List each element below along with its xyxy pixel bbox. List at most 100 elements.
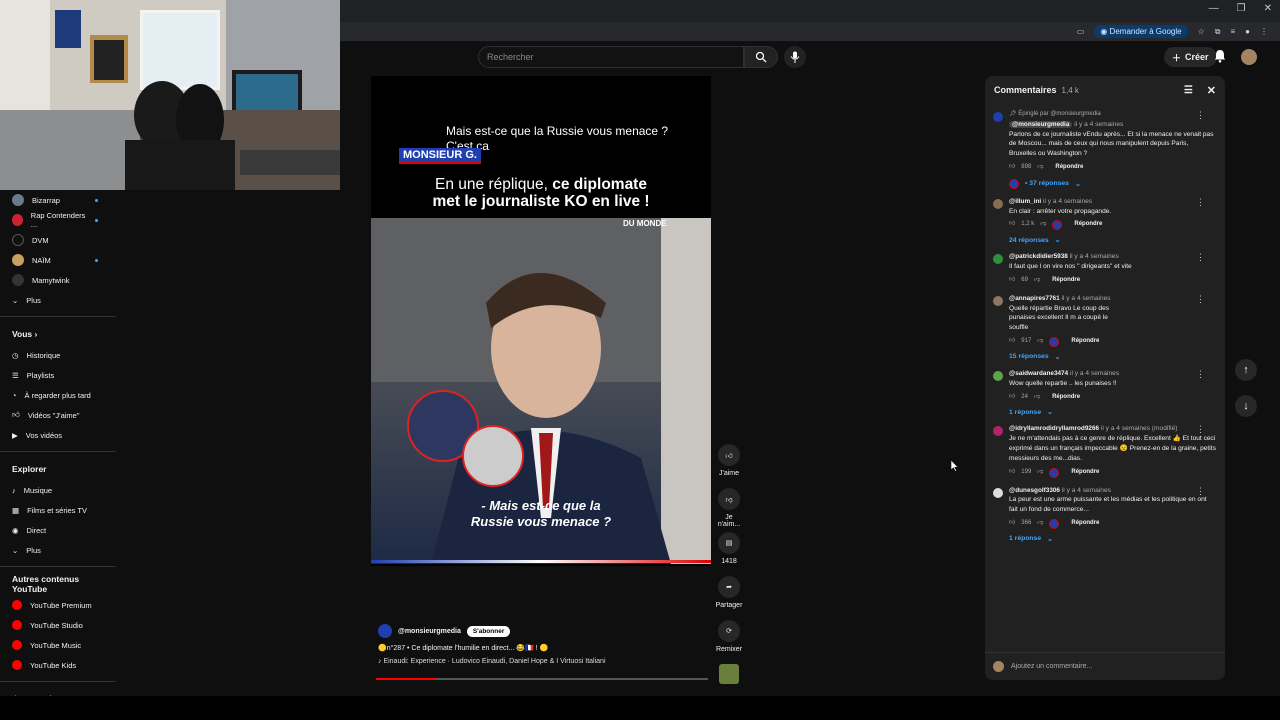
channel-name[interactable]: @monsieurgmedia xyxy=(398,628,461,635)
sidebar-subscription-mamytwink[interactable]: Mamytwink xyxy=(0,270,116,290)
dislike-comment-icon[interactable]: 👎︎ xyxy=(1034,393,1040,403)
sidebar-subscription-rap-contenders[interactable]: Rap Contenders ... xyxy=(0,210,116,230)
like-comment-icon[interactable]: 👍︎ xyxy=(1009,220,1015,230)
sidebar-item-youtube-premium[interactable]: YouTube Premium xyxy=(0,595,116,615)
comments-button[interactable]: ▤ xyxy=(718,532,740,554)
comment-menu-icon[interactable]: ⋮ xyxy=(1196,486,1205,497)
like-comment-icon[interactable]: 👍︎ xyxy=(1009,337,1015,347)
like-comment-icon[interactable]: 👍︎ xyxy=(1009,393,1015,403)
sound-thumbnail[interactable] xyxy=(719,664,739,684)
dislike-action[interactable]: 👎︎ Je n'aim... xyxy=(714,488,744,532)
profile-icon[interactable]: ● xyxy=(1245,27,1250,36)
dislike-comment-icon[interactable]: 👎︎ xyxy=(1040,220,1046,230)
dislike-comment-icon[interactable]: 👎︎ xyxy=(1037,468,1043,478)
like-comment-icon[interactable]: 👍︎ xyxy=(1009,468,1015,478)
ask-google-button[interactable]: ◉ Demander à Google xyxy=(1094,25,1188,38)
comments-action[interactable]: ▤ 1418 xyxy=(714,532,744,576)
comment-avatar[interactable] xyxy=(993,487,1003,498)
comment-avatar[interactable] xyxy=(993,112,1003,122)
comment-time[interactable]: il y a 4 semaines xyxy=(1070,370,1119,377)
sidebar-subscription-bizarrap[interactable]: Bizarrap xyxy=(0,190,116,210)
show-replies-button[interactable]: • 37 réponses ⌄ xyxy=(1009,178,1217,189)
comment-author[interactable]: @monsieurgmedia xyxy=(1009,120,1073,128)
bookmark-star-icon[interactable]: ☆ xyxy=(1198,27,1205,36)
like-button[interactable]: 👍︎ xyxy=(718,444,740,466)
reply-button[interactable]: Répondre xyxy=(1052,276,1080,286)
dislike-button[interactable]: 👎︎ xyxy=(718,488,740,510)
remix-button[interactable]: ⟳ xyxy=(718,620,740,642)
close-icon[interactable]: ✕ xyxy=(1207,84,1216,97)
dislike-comment-icon[interactable]: 👎︎ xyxy=(1034,276,1040,286)
video-description[interactable]: 🟡n°287 • Ce diplomate l'humilie en direc… xyxy=(378,644,710,652)
comment-menu-icon[interactable]: ⋮ xyxy=(1196,197,1205,208)
show-replies-button[interactable]: 1 réponse ⌄ xyxy=(1009,535,1217,543)
comment-menu-icon[interactable]: ⋮ xyxy=(1196,294,1205,305)
sidebar-item-history[interactable]: ◷ Historique xyxy=(0,345,116,365)
sidebar-item-youtube-studio[interactable]: YouTube Studio xyxy=(0,615,116,635)
comment-author[interactable]: @illum_ini xyxy=(1009,198,1041,205)
subscribe-button[interactable]: S'abonner xyxy=(466,625,511,637)
comment-menu-icon[interactable]: ⋮ xyxy=(1196,424,1205,435)
comment-author[interactable]: @idryllamrodidryllamrod9266 xyxy=(1009,425,1099,432)
channel-avatar[interactable] xyxy=(378,624,392,638)
sidebar-show-more[interactable]: ⌄ Plus xyxy=(0,290,116,310)
comment-avatar[interactable] xyxy=(993,254,1003,265)
media-control-icon[interactable]: ≡ xyxy=(1230,27,1235,36)
reply-button[interactable]: Répondre xyxy=(1074,220,1102,230)
show-replies-button[interactable]: 15 réponses ⌄ xyxy=(1009,353,1217,361)
sidebar-subscription-naim[interactable]: NAÏM xyxy=(0,250,116,270)
share-action[interactable]: ➦ Partager xyxy=(714,576,744,620)
comment-menu-icon[interactable]: ⋮ xyxy=(1196,252,1205,263)
sidebar-item-liked-videos[interactable]: 👍︎ Vidéos "J'aime" xyxy=(0,405,116,425)
reply-button[interactable]: Répondre xyxy=(1055,163,1083,173)
dislike-comment-icon[interactable]: 👎︎ xyxy=(1037,519,1043,529)
video-progress-bar[interactable] xyxy=(376,678,708,680)
reply-button[interactable]: Répondre xyxy=(1071,468,1099,478)
comment-time[interactable]: il y a 4 semaines xyxy=(1074,121,1123,128)
comment-avatar[interactable] xyxy=(993,426,1003,437)
sidebar-item-youtube-kids[interactable]: YouTube Kids xyxy=(0,655,116,675)
voice-search-button[interactable] xyxy=(784,46,806,68)
comment-time[interactable]: il y a 4 semaines xyxy=(1062,487,1111,494)
comment-time[interactable]: il y a 4 semaines xyxy=(1061,295,1110,302)
comment-menu-icon[interactable]: ⋮ xyxy=(1196,110,1205,121)
show-replies-button[interactable]: 1 réponse ⌄ xyxy=(1009,408,1217,417)
create-button[interactable]: ＋ Créer xyxy=(1164,47,1217,67)
sidebar-item-live[interactable]: ◉ Direct xyxy=(0,520,116,540)
dislike-comment-icon[interactable]: 👎︎ xyxy=(1037,163,1043,173)
reply-button[interactable]: Répondre xyxy=(1071,337,1099,347)
comment-time[interactable]: il y a 4 semaines xyxy=(1070,253,1119,260)
next-short-button[interactable]: ↓ xyxy=(1235,395,1257,417)
comment-author[interactable]: @annapires7761 xyxy=(1009,295,1060,302)
like-comment-icon[interactable]: 👍︎ xyxy=(1009,519,1015,529)
minimize-button[interactable]: — xyxy=(1209,3,1219,14)
comment-menu-icon[interactable]: ⋮ xyxy=(1196,369,1205,380)
like-comment-icon[interactable]: 👍︎ xyxy=(1009,276,1015,286)
close-window-button[interactable]: ✕ xyxy=(1264,3,1272,14)
screen-cast-icon[interactable]: ▭ xyxy=(1077,27,1085,36)
sidebar-item-playlists[interactable]: ☰ Playlists xyxy=(0,365,116,385)
sort-icon[interactable]: ☰ xyxy=(1184,85,1193,96)
like-action[interactable]: 👍︎ J'aime xyxy=(714,444,744,488)
maximize-button[interactable]: ❐ xyxy=(1237,3,1246,14)
comment-time[interactable]: il y a 4 semaines xyxy=(1043,198,1092,205)
show-replies-button[interactable]: 24 réponses ⌄ xyxy=(1009,236,1217,245)
like-comment-icon[interactable]: 👍︎ xyxy=(1009,163,1015,173)
sidebar-subscription-dvm[interactable]: DVM xyxy=(0,230,116,250)
sidebar-you-header[interactable]: Vous › xyxy=(0,323,116,345)
comment-avatar[interactable] xyxy=(993,370,1003,381)
short-video-player[interactable]: Mais est-ce que la Russie vous menace ? … xyxy=(371,76,711,566)
reply-button[interactable]: Répondre xyxy=(1052,393,1080,403)
share-button[interactable]: ➦ xyxy=(718,576,740,598)
sidebar-explore-more[interactable]: ⌄ Plus xyxy=(0,540,116,560)
sidebar-item-watch-later[interactable]: ◔ À regarder plus tard xyxy=(0,385,116,405)
dislike-comment-icon[interactable]: 👎︎ xyxy=(1037,337,1043,347)
comment-author[interactable]: @saidwardane3474 xyxy=(1009,370,1068,377)
comment-time[interactable]: il y a 4 semaines (modifié) xyxy=(1101,425,1178,432)
previous-short-button[interactable]: ↑ xyxy=(1235,359,1257,381)
reply-button[interactable]: Répondre xyxy=(1071,519,1099,529)
sidebar-item-youtube-music[interactable]: YouTube Music xyxy=(0,635,116,655)
search-input[interactable]: Rechercher xyxy=(478,46,744,68)
music-credit[interactable]: ♪ Einaudi: Experience · Ludovico Einaudi… xyxy=(378,658,710,665)
extensions-icon[interactable]: ⧉ xyxy=(1215,27,1221,37)
